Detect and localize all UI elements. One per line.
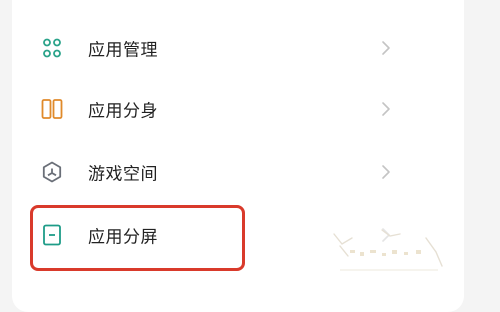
settings-item-label: 应用管理 [88, 40, 158, 61]
chevron-right-icon [380, 164, 392, 180]
chevron-right-icon [380, 40, 392, 56]
watermark-logo [330, 226, 448, 278]
game-space-icon [40, 160, 64, 184]
app-management-icon [40, 36, 64, 60]
highlight-box [30, 205, 245, 271]
settings-item-label: 游戏空间 [88, 164, 158, 185]
settings-item-app-management[interactable]: 应用管理 [12, 20, 464, 76]
app-clone-icon [40, 97, 64, 121]
chevron-right-icon [380, 101, 392, 117]
settings-item-label: 应用分身 [88, 101, 158, 122]
settings-item-app-clone[interactable]: 应用分身 [12, 81, 464, 137]
settings-item-game-space[interactable]: 游戏空间 [12, 144, 464, 200]
